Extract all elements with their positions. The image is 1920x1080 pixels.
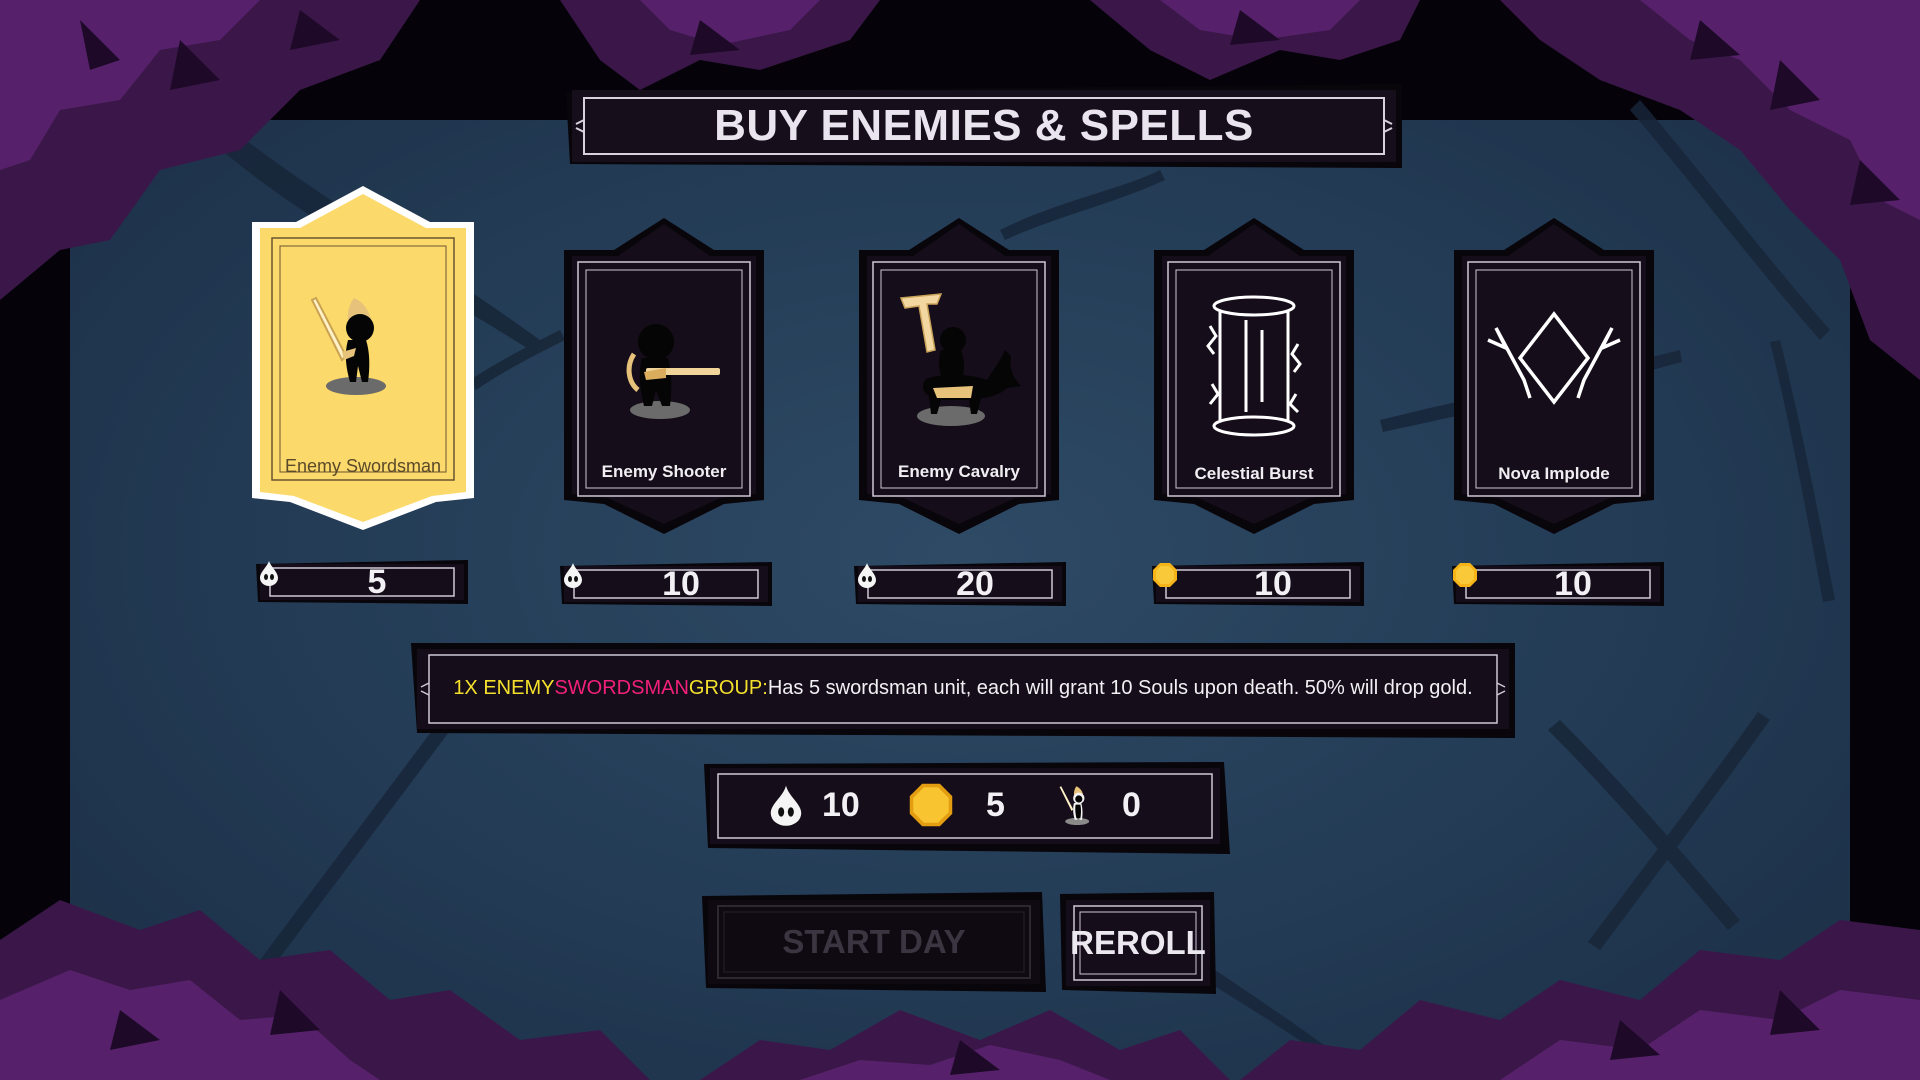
card-label: Enemy Swordsman: [284, 456, 442, 476]
card-enemy-cavalry[interactable]: Enemy Cavalry: [859, 218, 1059, 534]
resources-panel: 10 5 0: [704, 762, 1230, 854]
price-tag-enemy-shooter: 10: [560, 562, 772, 606]
price-tag-celestial-burst: 10: [1152, 562, 1364, 606]
price-tag-enemy-cavalry: 20: [854, 562, 1066, 606]
card-enemy-swordsman[interactable]: Enemy Swordsman: [252, 186, 474, 530]
price-tag-enemy-swordsman: 5: [256, 560, 468, 604]
gold-coin-icon: [1453, 563, 1477, 587]
souls-counter: 10: [768, 762, 860, 848]
gold-coin-icon: [909, 783, 953, 827]
cavalry-icon: [899, 293, 1021, 426]
card-label: Nova Implode: [1498, 464, 1610, 483]
price-value: 10: [662, 564, 700, 603]
soul-icon: [770, 785, 802, 826]
game-scene: BUY ENEMIES & SPELLS Enemy Swordsman Ene…: [0, 0, 1920, 1080]
celestial-burst-icon: [1206, 295, 1302, 437]
soul-icon: [564, 563, 582, 588]
card-label: Celestial Burst: [1194, 464, 1314, 483]
soul-icon: [260, 561, 278, 586]
reroll-label: REROLL: [1070, 924, 1206, 961]
gold-coin-icon: [1153, 563, 1177, 587]
start-day-label: START DAY: [782, 923, 966, 960]
description-body: Has 5 swordsman unit, each will grant 10…: [767, 676, 1473, 699]
price-value: 20: [956, 564, 994, 603]
price-tag-nova-implode: 10: [1452, 562, 1664, 606]
gold-counter: 5: [908, 762, 1005, 848]
card-nova-implode[interactable]: Nova Implode: [1454, 218, 1654, 534]
card-enemy-shooter[interactable]: Enemy Shooter: [564, 218, 764, 534]
card-label: Enemy Cavalry: [898, 462, 1020, 481]
title-banner: BUY ENEMIES & SPELLS: [566, 84, 1402, 168]
swordsman-icon: [310, 296, 386, 395]
gold-value: 5: [986, 785, 1005, 824]
description-panel: 1X ENEMY SWORDSMAN GROUP: Has 5 swordsma…: [411, 643, 1515, 738]
units-value: 0: [1122, 785, 1141, 824]
shooter-icon: [626, 324, 720, 419]
start-day-button[interactable]: START DAY: [702, 892, 1046, 992]
price-value: 10: [1554, 564, 1592, 603]
price-value: 10: [1254, 564, 1292, 603]
card-celestial-burst[interactable]: Celestial Burst: [1154, 218, 1354, 534]
description-group: GROUP:: [688, 676, 768, 699]
soul-icon: [858, 563, 876, 588]
swordsman-icon: [1059, 786, 1090, 825]
reroll-button[interactable]: REROLL: [1060, 892, 1216, 994]
description-text: 1X ENEMY SWORDSMAN GROUP: Has 5 swordsma…: [431, 643, 1495, 733]
units-counter: 0: [1054, 762, 1141, 848]
nova-implode-icon: [1487, 311, 1621, 405]
page-title: BUY ENEMIES & SPELLS: [714, 101, 1254, 150]
description-count: 1X ENEMY: [453, 676, 555, 699]
souls-value: 10: [822, 785, 860, 824]
description-unit-name: SWORDSMAN: [554, 676, 689, 699]
card-label: Enemy Shooter: [601, 462, 727, 481]
price-value: 5: [367, 562, 387, 601]
